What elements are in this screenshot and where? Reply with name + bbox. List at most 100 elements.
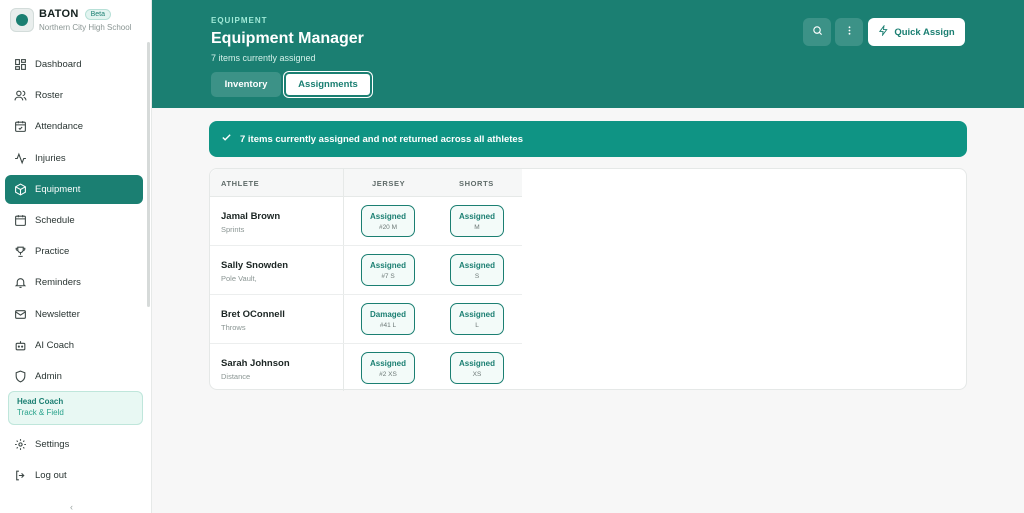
search-button[interactable] [803, 18, 831, 46]
sidebar-item-label: Practice [35, 246, 70, 258]
sidebar: BATON Beta Northern City High School Das… [0, 0, 152, 513]
sidebar-item-injuries[interactable]: Injuries [5, 144, 143, 173]
athlete-name: Jamal Brown [221, 211, 281, 222]
calendar-icon [13, 213, 27, 227]
status-label: Assigned [458, 309, 495, 319]
sidebar-item-label: Injuries [35, 152, 66, 164]
table-row: Sarah Johnson Distance Assigned #2 XS As… [210, 344, 522, 393]
page-eyebrow: EQUIPMENT [211, 16, 268, 25]
sidebar-nav: Dashboard Roster Attendance Injuries Equ… [5, 50, 143, 393]
table-row: Sally Snowden Pole Vault, Assigned #7 S … [210, 246, 522, 295]
school-name: Northern City High School [39, 23, 132, 32]
athlete-event: Sprints [221, 225, 245, 234]
quick-assign-button[interactable]: Quick Assign [868, 18, 965, 46]
sidebar-item-label: Equipment [35, 183, 81, 195]
status-label: Assigned [369, 358, 406, 368]
status-label: Assigned [458, 358, 495, 368]
jersey-status-chip[interactable]: Damaged #41 L [361, 303, 415, 335]
search-icon [812, 23, 823, 41]
sidebar-item-attendance[interactable]: Attendance [5, 112, 143, 141]
athlete-name: Sarah Johnson [221, 358, 290, 369]
sidebar-item-equipment[interactable]: Equipment [5, 174, 143, 204]
jersey-status-chip[interactable]: Assigned #7 S [361, 254, 415, 286]
athlete-name: Bret OConnell [221, 309, 285, 320]
athlete-event: Distance [221, 372, 251, 381]
sidebar-item-practice[interactable]: Practice [5, 237, 143, 266]
sidebar-item-schedule[interactable]: Schedule [5, 206, 143, 235]
status-label: Assigned [369, 260, 406, 270]
brand-name: BATON [39, 8, 79, 20]
more-options-button[interactable] [835, 18, 863, 46]
sidebar-item-admin[interactable]: Admin [5, 362, 143, 391]
sidebar-item-roster[interactable]: Roster [5, 81, 143, 110]
item-detail: #20 M [378, 223, 398, 231]
sidebar-item-dashboard[interactable]: Dashboard [5, 50, 143, 79]
sidebar-item-label: Admin [35, 370, 62, 382]
sidebar-item-newsletter[interactable]: Newsletter [5, 300, 143, 329]
sidebar-item-label: Settings [35, 439, 70, 450]
item-detail: M [474, 223, 480, 231]
activity-icon [13, 151, 27, 165]
athlete-event: Pole Vault, [221, 274, 257, 283]
logout-icon [13, 469, 27, 483]
brand[interactable]: BATON Beta Northern City High School [10, 8, 131, 32]
sidebar-item-ai-coach[interactable]: AI Coach [5, 331, 143, 360]
item-detail: #2 XS [379, 370, 397, 378]
item-detail: #41 L [379, 321, 397, 329]
status-label: Assigned [458, 260, 495, 270]
quick-assign-label: Quick Assign [894, 26, 955, 38]
page-header: EQUIPMENT Equipment Manager 7 items curr… [152, 0, 1024, 108]
sidebar-item-label: Roster [35, 90, 63, 102]
item-detail: S [474, 272, 480, 280]
box-icon [13, 182, 27, 196]
item-detail: #7 S [381, 272, 395, 280]
table-row: Bret OConnell Throws Damaged #41 L Assig… [210, 295, 522, 344]
status-banner: 7 items currently assigned and not retur… [209, 121, 967, 157]
sidebar-bottom-nav: Settings Log out [5, 430, 143, 492]
bell-icon [13, 276, 27, 290]
mail-icon [13, 307, 27, 321]
sidebar-item-label: Dashboard [35, 59, 82, 70]
item-detail: L [475, 321, 479, 329]
bot-icon [13, 338, 27, 352]
sidebar-item-label: Attendance [35, 121, 84, 133]
beta-badge: Beta [84, 8, 111, 20]
sidebar-item-reminders[interactable]: Reminders [5, 268, 143, 297]
tab-bar: Inventory Assignments [211, 72, 372, 97]
column-header-athlete: ATHLETE [221, 179, 260, 188]
shorts-status-chip[interactable]: Assigned M [450, 205, 504, 237]
sidebar-item-label: Newsletter [35, 308, 80, 320]
sidebar-item-label: Log out [35, 470, 67, 482]
brand-logo [10, 8, 34, 32]
jersey-status-chip[interactable]: Assigned #2 XS [361, 352, 415, 384]
sidebar-item-label: Reminders [35, 277, 81, 289]
shorts-status-chip[interactable]: Assigned L [450, 303, 504, 335]
status-label: Assigned [369, 211, 406, 221]
shorts-status-chip[interactable]: Assigned XS [450, 352, 504, 384]
status-label: Assigned [458, 211, 495, 221]
sidebar-item-logout[interactable]: Log out [5, 461, 143, 490]
sidebar-scrollbar[interactable] [147, 42, 150, 307]
tab-assignments[interactable]: Assignments [284, 72, 372, 97]
role-sport: Track & Field [17, 408, 64, 417]
calendar-check-icon [13, 120, 27, 134]
sidebar-item-label: AI Coach [35, 339, 75, 351]
shorts-status-chip[interactable]: Assigned S [450, 254, 504, 286]
assignments-table: ATHLETE JERSEY SHORTS Jamal Brown Sprint… [209, 168, 967, 393]
dashboard-icon [13, 58, 27, 72]
more-vertical-icon [844, 23, 855, 41]
jersey-status-chip[interactable]: Assigned #20 M [361, 205, 415, 237]
collapse-sidebar-icon[interactable]: ‹ [70, 502, 73, 512]
page-title: Equipment Manager [211, 30, 364, 47]
sidebar-item-settings[interactable]: Settings [5, 430, 143, 459]
athlete-name: Sally Snowden [221, 260, 289, 271]
users-icon [13, 89, 27, 103]
tab-inventory[interactable]: Inventory [211, 72, 281, 97]
column-header-shorts: SHORTS [459, 179, 494, 188]
banner-text: 7 items currently assigned and not retur… [240, 133, 523, 145]
check-icon [221, 130, 232, 148]
table-header: ATHLETE JERSEY SHORTS [210, 169, 522, 197]
shield-icon [13, 369, 27, 383]
column-header-jersey: JERSEY [372, 179, 406, 188]
sidebar-item-label: Schedule [35, 214, 75, 226]
